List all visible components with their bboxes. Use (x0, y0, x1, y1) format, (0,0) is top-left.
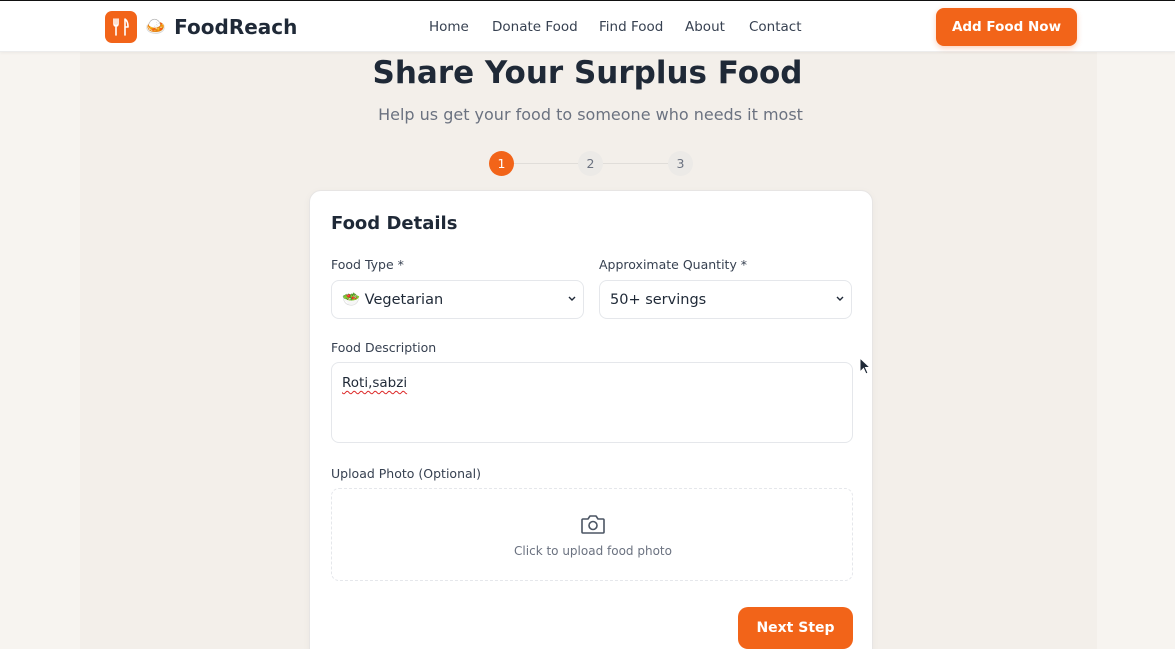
food-type-select[interactable]: 🥗 Vegetarian (331, 280, 584, 319)
mouse-cursor-icon (859, 357, 872, 375)
page-title: Share Your Surplus Food (372, 55, 803, 91)
chevron-down-icon (836, 296, 844, 301)
upload-photo-label: Upload Photo (Optional) (331, 466, 482, 481)
step-connector (514, 163, 579, 164)
description-text: Roti,sabzi (342, 375, 408, 391)
food-type-label: Food Type * (331, 257, 404, 272)
nav-link-home[interactable]: Home (429, 19, 469, 35)
camera-icon (581, 515, 605, 534)
upload-hint: Click to upload food photo (514, 544, 672, 558)
quantity-value: 50+ servings (610, 291, 707, 308)
nav-link-donate-food[interactable]: Donate Food (492, 19, 578, 35)
food-description-textarea[interactable]: Roti,sabzi (331, 362, 853, 443)
upload-photo-dropzone[interactable]: Click to upload food photo (331, 488, 853, 581)
step-connector (603, 163, 668, 164)
step-indicator-1: 1 (489, 151, 514, 176)
food-type-value: 🥗 Vegetarian (342, 292, 444, 308)
quantity-select[interactable]: 50+ servings (599, 280, 852, 319)
nav-link-about[interactable]: About (685, 19, 725, 35)
next-step-button[interactable]: Next Step (738, 607, 853, 649)
add-food-now-button[interactable]: Add Food Now (936, 8, 1077, 46)
chevron-down-icon (568, 296, 576, 301)
card-title: Food Details (331, 213, 458, 234)
top-navbar: 🍛 FoodReach Home Donate Food Find Food A… (0, 0, 1175, 52)
nav-link-find-food[interactable]: Find Food (599, 19, 663, 35)
food-details-card: Food Details Food Type * 🥗 Vegetarian Ap… (309, 190, 873, 649)
step-indicator-3: 3 (668, 151, 693, 176)
quantity-label: Approximate Quantity * (599, 257, 748, 272)
step-indicator-2: 2 (578, 151, 603, 176)
nav-link-contact[interactable]: Contact (749, 19, 802, 35)
description-label: Food Description (331, 340, 437, 355)
page-subtitle: Help us get your food to someone who nee… (378, 105, 803, 124)
